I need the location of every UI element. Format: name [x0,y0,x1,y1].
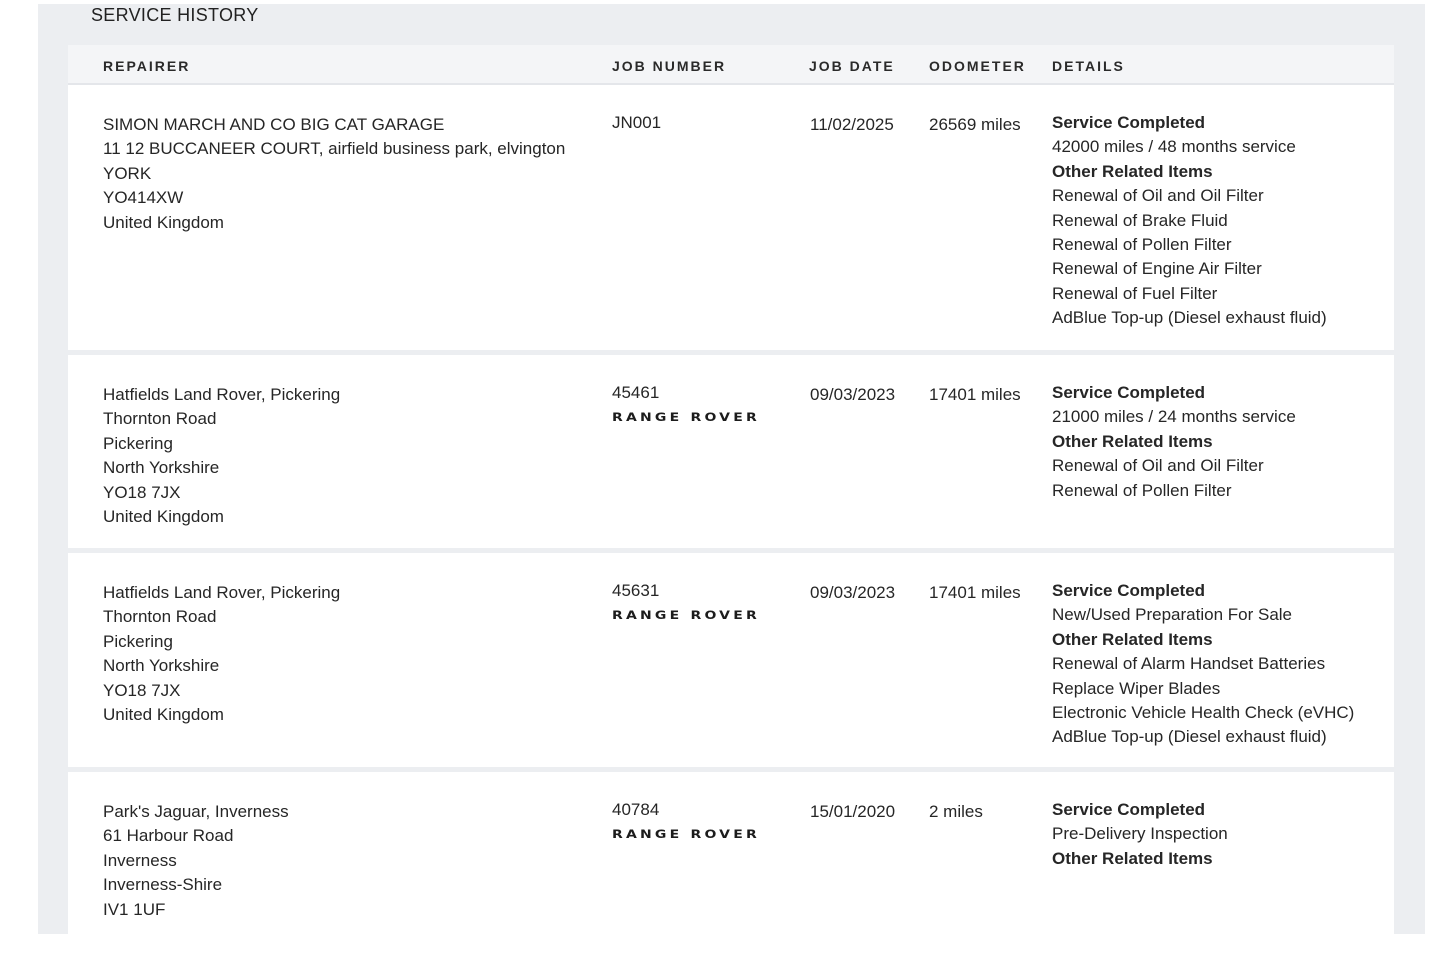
job-number: 40784 [612,800,660,819]
range-rover-logo: RANGE ROVER [612,411,760,425]
related-item: Renewal of Oil and Oil Filter [1052,186,1264,206]
odometer-reading: 17401 miles [929,385,1021,404]
address-line: YO414XW [103,188,184,208]
related-item: Renewal of Engine Air Filter [1052,259,1262,279]
job-date: 15/01/2020 [810,802,896,821]
address-line: IV1 1UF [103,899,166,919]
address-line: 11 12 BUCCANEER COURT, airfield business… [103,139,566,159]
related-item: Renewal of Alarm Handset Batteries [1052,654,1326,674]
address-line: YO18 7JX [103,680,181,700]
address-line: Pickering [103,631,173,651]
address-line: Hatfields Land Rover, Pickering [103,385,341,404]
other-related-items-heading: Other Related Items [1052,629,1213,649]
repairer-address: Hatfields Land Rover, Pickering Thornton … [103,383,603,529]
address-line: North Yorkshire [103,458,220,478]
related-item: Renewal of Pollen Filter [1052,235,1232,255]
job-date: 09/03/2023 [810,583,896,602]
address-line: Thornton Road [103,607,217,627]
related-item: Renewal of Pollen Filter [1052,480,1232,500]
address-line: United Kingdom [103,212,224,232]
job-number: 45631 [612,581,660,600]
address-line: Inverness-Shire [103,875,223,895]
range-rover-logo: RANGE ROVER [612,828,760,842]
odometer-reading: 17401 miles [929,583,1021,602]
job-number-cell: 45461 RANGE ROVER [612,381,802,433]
section-title: SERVICE HISTORY [91,5,259,25]
related-item: Renewal of Brake Fluid [1052,210,1228,230]
other-related-items-heading: Other Related Items [1052,161,1213,181]
address-line: YO18 7JX [103,482,181,502]
column-header-repairer: REPAIRER [103,58,191,74]
service-completed-heading: Service Completed [1052,800,1206,819]
job-date: 09/03/2023 [810,385,896,404]
column-header-odometer: ODOMETER [929,58,1026,74]
range-rover-logo: RANGE ROVER [612,609,760,623]
service-details: Service Completed 21000 miles / 24 months… [1052,381,1392,503]
service-description: 42000 miles / 48 months service [1052,137,1296,157]
address-line: YORK [103,163,152,183]
related-item: Replace Wiper Blades [1052,678,1221,698]
column-header-details: DETAILS [1052,58,1125,74]
service-details: Service Completed Pre-Delivery Inspection… [1052,798,1392,871]
service-completed-heading: Service Completed [1052,383,1206,402]
column-header-job-date: JOB DATE [809,58,895,74]
address-line: SIMON MARCH AND CO BIG CAT GARAGE [103,115,445,134]
address-line: United Kingdom [103,705,224,725]
table-body: SIMON MARCH AND CO BIG CAT GARAGE 11 12 B… [68,85,1394,952]
address-line: 61 Harbour Road [103,826,234,846]
service-description: Pre-Delivery Inspection [1052,824,1228,844]
related-item: AdBlue Top-up (Diesel exhaust fluid) [1052,727,1327,747]
related-item: Renewal of Fuel Filter [1052,283,1218,303]
service-description: 21000 miles / 24 months service [1052,407,1296,427]
table-row: Park's Jaguar, Inverness 61 Harbour Road I… [68,772,1394,952]
address-line: United Kingdom [103,507,224,527]
service-history-table: REPAIRER JOB NUMBER JOB DATE ODOMETER DE… [68,45,1394,957]
job-number-cell: JN001 [612,111,802,135]
address-line: Inverness [103,850,177,870]
service-completed-heading: Service Completed [1052,113,1206,132]
address-line: Park's Jaguar, Inverness [103,802,289,821]
related-item: AdBlue Top-up (Diesel exhaust fluid) [1052,308,1327,328]
job-number-cell: 45631 RANGE ROVER [612,579,802,631]
service-description: New/Used Preparation For Sale [1052,605,1293,625]
repairer-address: SIMON MARCH AND CO BIG CAT GARAGE 11 12 B… [103,113,603,235]
job-date: 11/02/2025 [810,115,894,134]
address-line: Thornton Road [103,409,217,429]
table-row: SIMON MARCH AND CO BIG CAT GARAGE 11 12 B… [68,85,1394,350]
related-item: Electronic Vehicle Health Check (eVHC) [1052,703,1355,723]
table-row: Hatfields Land Rover, Pickering Thornton … [68,553,1394,767]
address-line: Hatfields Land Rover, Pickering [103,583,341,602]
job-number: JN001 [612,113,662,132]
repairer-address: Hatfields Land Rover, Pickering Thornton … [103,581,603,727]
table-header: REPAIRER JOB NUMBER JOB DATE ODOMETER DE… [68,45,1394,85]
table-row: Hatfields Land Rover, Pickering Thornton … [68,355,1394,548]
service-details: Service Completed 42000 miles / 48 months… [1052,111,1392,331]
other-related-items-heading: Other Related Items [1052,848,1213,868]
column-header-job-number: JOB NUMBER [612,58,727,74]
job-number: 45461 [612,383,660,402]
job-number-cell: 40784 RANGE ROVER [612,798,802,850]
other-related-items-heading: Other Related Items [1052,431,1213,451]
service-completed-heading: Service Completed [1052,581,1206,600]
address-line: North Yorkshire [103,656,220,676]
address-line: Pickering [103,433,173,453]
odometer-reading: 26569 miles [929,115,1021,134]
related-item: Renewal of Oil and Oil Filter [1052,456,1264,476]
service-details: Service Completed New/Used Preparation Fo… [1052,579,1392,750]
odometer-reading: 2 miles [929,802,983,821]
repairer-address: Park's Jaguar, Inverness 61 Harbour Road I… [103,800,603,922]
